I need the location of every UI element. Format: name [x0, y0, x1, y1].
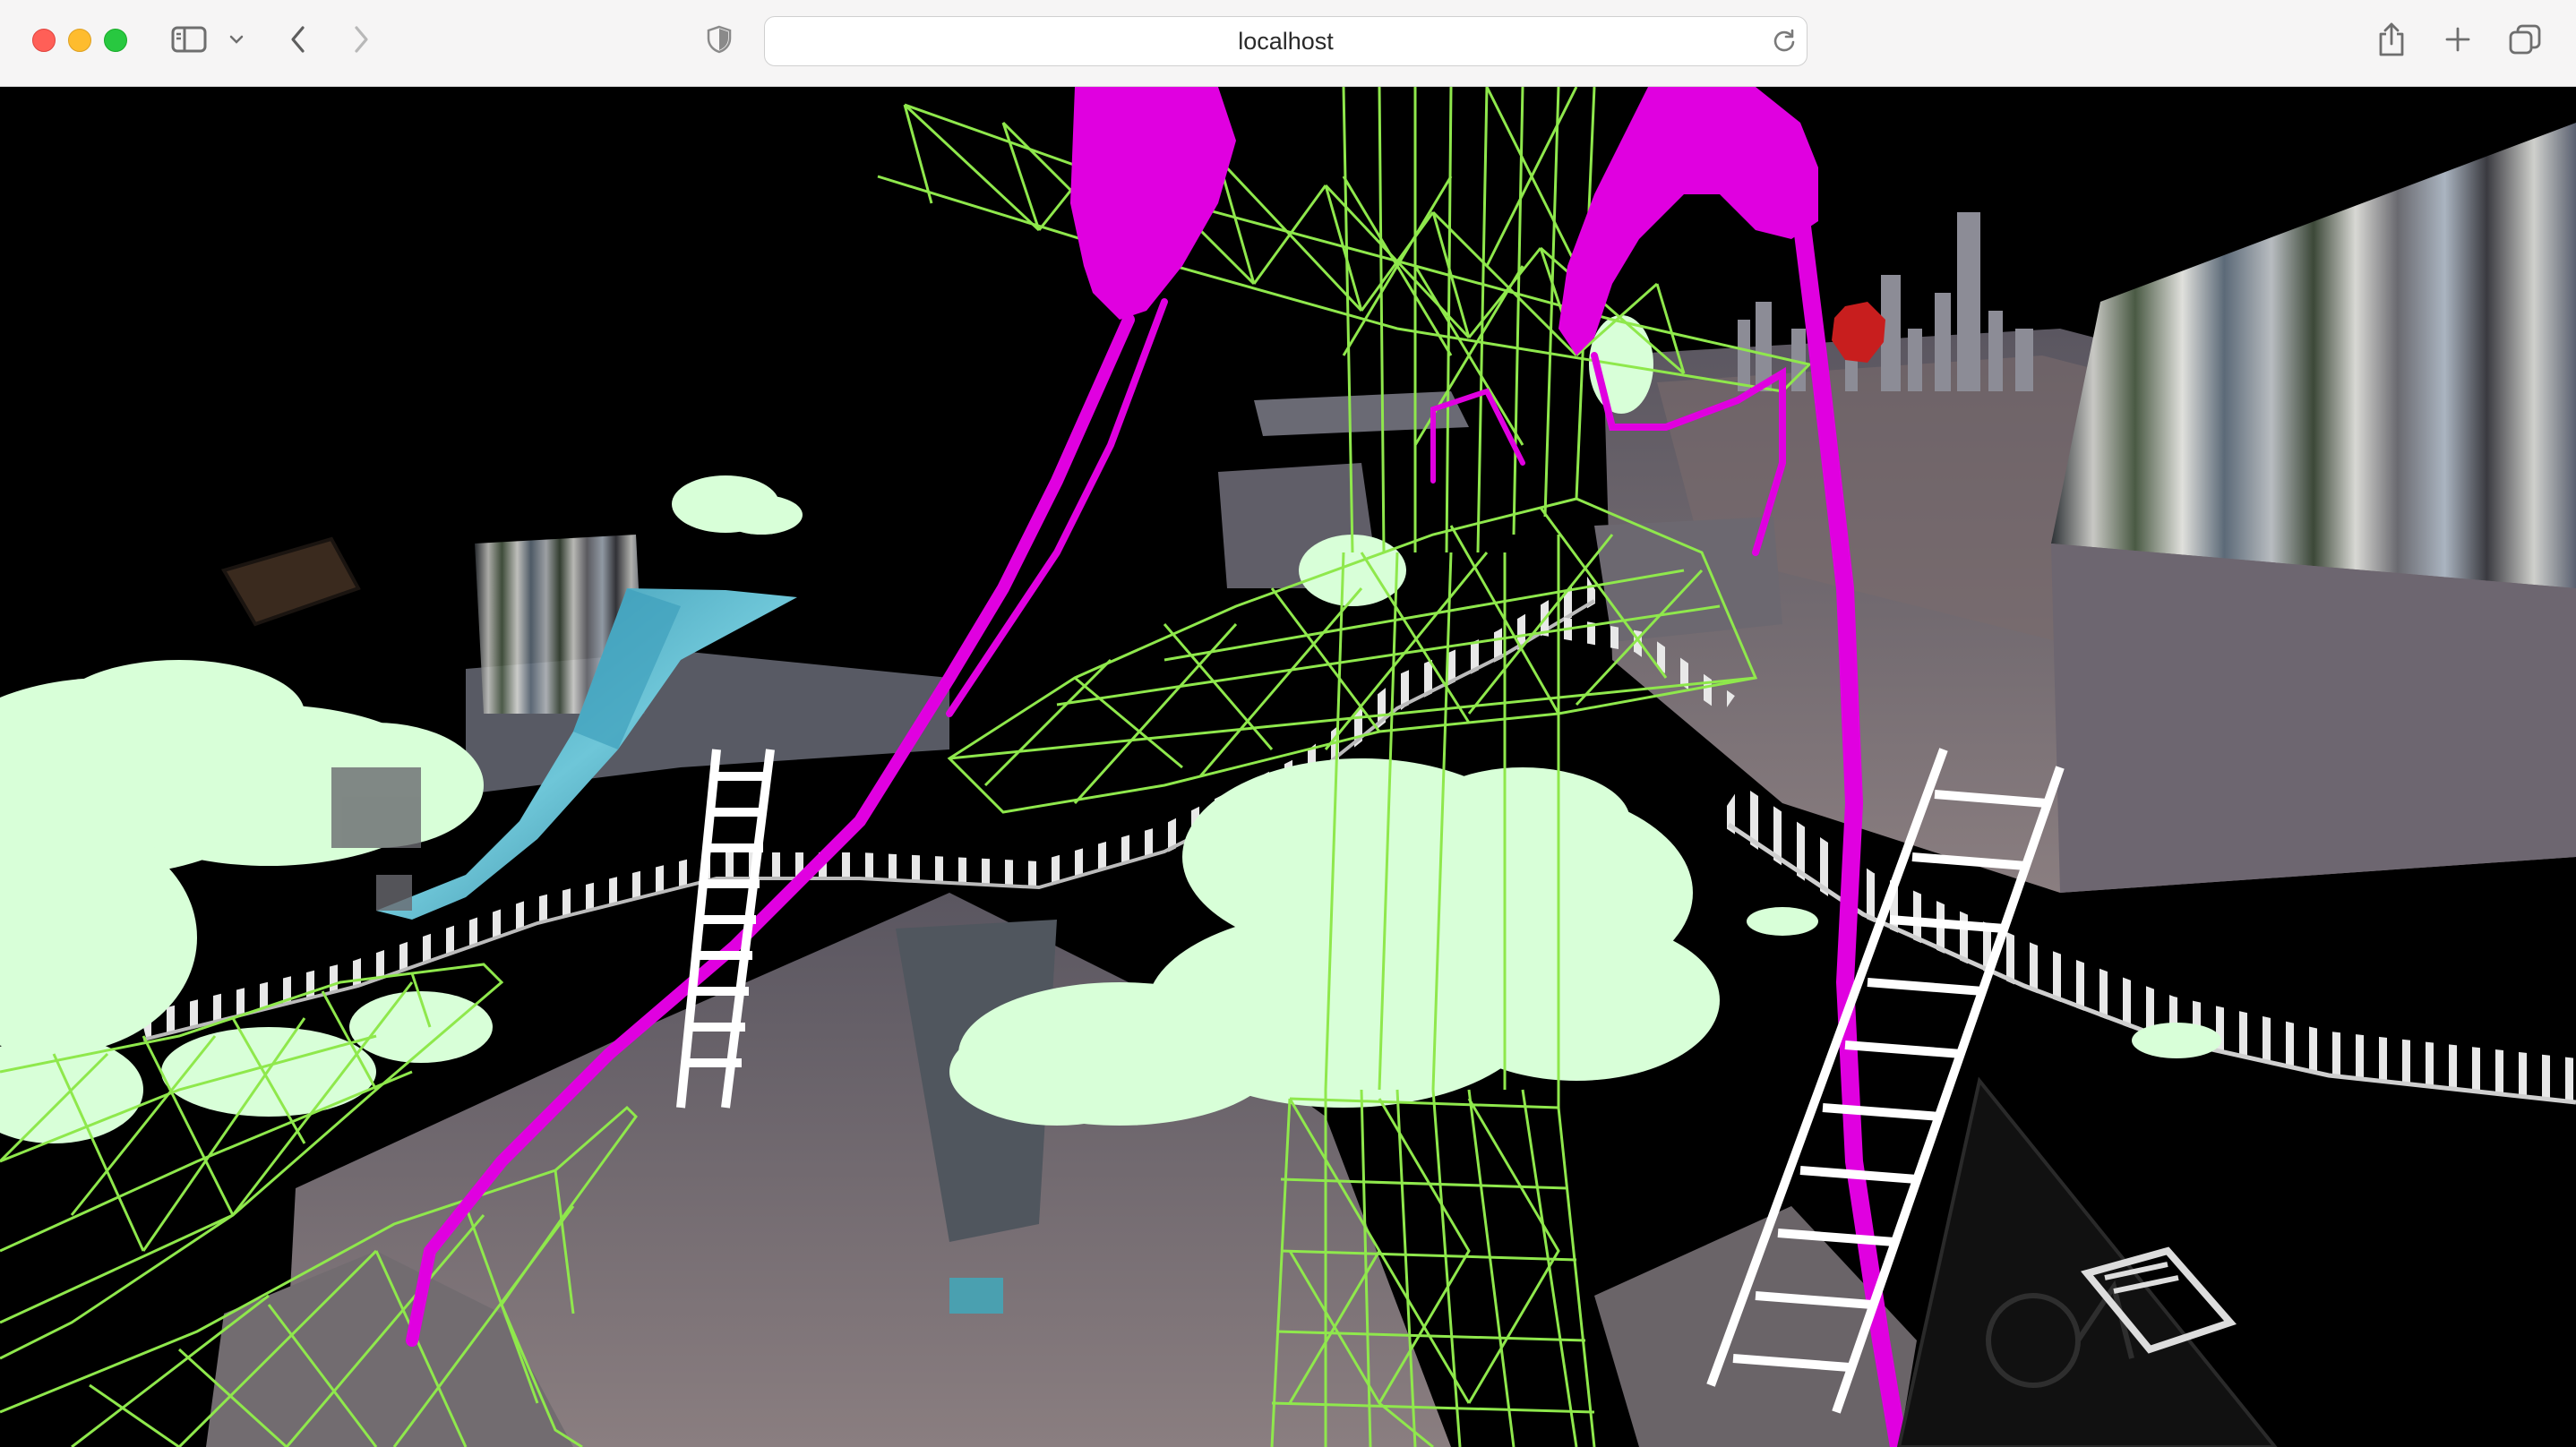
- privacy-report-button[interactable]: [704, 20, 734, 59]
- browser-toolbar: localhost: [0, 0, 2576, 87]
- address-text: localhost: [1238, 27, 1334, 55]
- tab-overview-button[interactable]: [2508, 20, 2542, 59]
- reload-icon[interactable]: [1771, 28, 1798, 55]
- zoom-window-button[interactable]: [104, 29, 127, 52]
- sidebar-menu-button[interactable]: [226, 20, 247, 59]
- shield-icon: [707, 25, 732, 54]
- tabs-icon: [2509, 24, 2541, 55]
- bicycle-sign: [1896, 1076, 2278, 1447]
- chevron-down-icon: [229, 35, 244, 44]
- forward-button[interactable]: [346, 20, 376, 59]
- scene-canvas: [0, 87, 2576, 1447]
- share-button[interactable]: [2375, 20, 2408, 59]
- stretched-texture-panel: [2051, 123, 2576, 588]
- sidebar-toggle-button[interactable]: [168, 20, 210, 59]
- chevron-left-icon: [291, 26, 305, 53]
- sidebar-icon: [171, 26, 207, 53]
- minimize-window-button[interactable]: [68, 29, 91, 52]
- close-window-button[interactable]: [32, 29, 56, 52]
- new-tab-button[interactable]: [2442, 20, 2474, 59]
- back-button[interactable]: [283, 20, 313, 59]
- plus-icon: [2445, 27, 2470, 52]
- road-sign-left: [220, 536, 361, 627]
- webgl-scene[interactable]: [0, 87, 2576, 1447]
- chevron-right-icon: [355, 26, 368, 53]
- share-icon: [2379, 22, 2404, 56]
- address-bar[interactable]: localhost: [764, 16, 1807, 66]
